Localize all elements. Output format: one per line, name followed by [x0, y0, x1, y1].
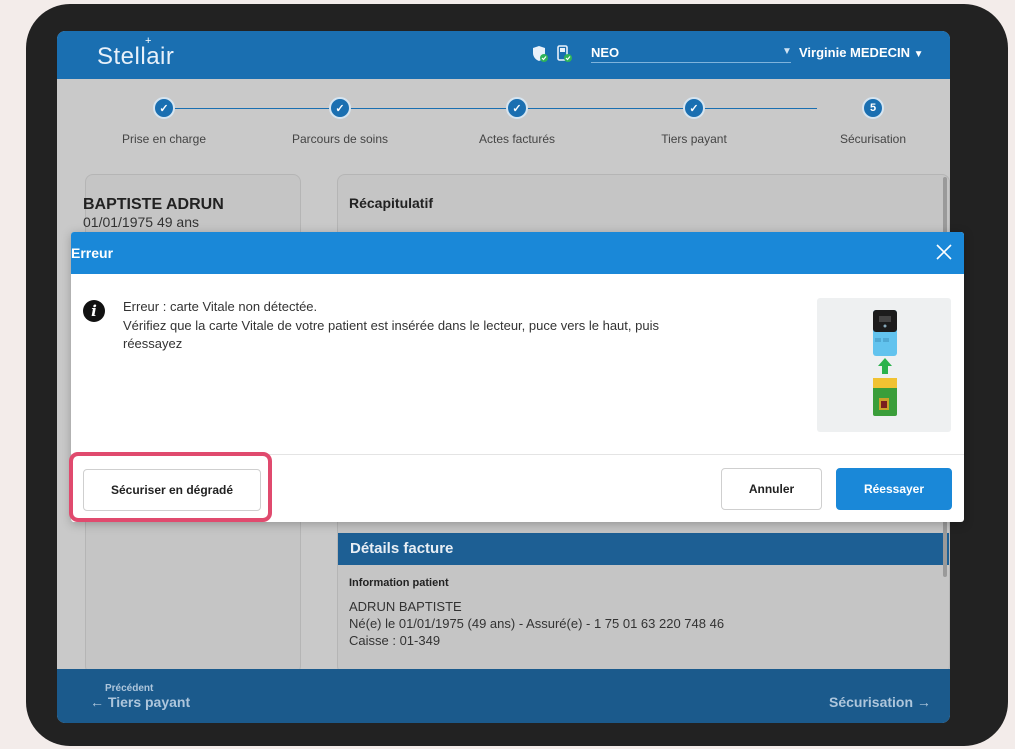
next-button[interactable]: Sécurisation → [829, 694, 931, 710]
error-message-line-2: Vérifiez que la carte Vitale de votre pa… [123, 318, 659, 333]
details-facture-header: Détails facture [338, 533, 949, 565]
card-reader-icon [557, 45, 572, 62]
info-patient-name: ADRUN BAPTISTE [349, 599, 462, 614]
step-label-tiers-payant: Tiers payant [661, 132, 727, 146]
step-5-number[interactable]: 5 [862, 97, 884, 119]
chevron-down-icon[interactable]: ▼ [782, 46, 792, 57]
step-label-parcours-de-soins: Parcours de soins [291, 132, 389, 146]
footer-nav [57, 669, 950, 723]
user-name: Virginie MEDECIN [799, 45, 911, 60]
highlight-annotation [69, 452, 272, 522]
stellair-logo: Stellair [97, 43, 175, 70]
dialog-header: Erreur [71, 232, 964, 274]
step-1-check-icon[interactable]: ✓ [153, 97, 175, 119]
step-2-check-icon[interactable]: ✓ [329, 97, 351, 119]
dialog-title: Erreur [71, 245, 114, 261]
step-label-securisation: Sécurisation [839, 132, 907, 146]
card-insertion-illustration [817, 298, 951, 432]
shield-check-icon [533, 46, 548, 62]
previous-button[interactable]: ← Tiers payant [90, 694, 190, 710]
chevron-down-icon: ▼ [913, 49, 924, 60]
patient-dob: 01/01/1975 49 ans [83, 214, 199, 230]
info-patient-birth: Né(e) le 01/01/1975 (49 ans) - Assuré(e)… [349, 616, 725, 631]
recap-title: Récapitulatif [349, 195, 434, 211]
logo-star-icon: + [145, 35, 152, 47]
user-menu[interactable]: Virginie MEDECIN ▼ [799, 45, 924, 60]
card-reader-insert-icon [873, 310, 897, 416]
patient-name: BAPTISTE ADRUN [83, 196, 224, 213]
step-label-prise-en-charge: Prise en charge [121, 132, 207, 146]
step-3-check-icon[interactable]: ✓ [506, 97, 528, 119]
close-icon[interactable] [932, 240, 956, 264]
info-patient-caisse: Caisse : 01-349 [349, 633, 441, 648]
error-message-line-3: réessayez [123, 336, 183, 351]
previous-caption: Précédent [105, 683, 154, 694]
step-label-actes-factures: Actes facturés [478, 132, 556, 146]
info-patient-title: Information patient [349, 577, 449, 589]
retry-button[interactable]: Réessayer [836, 468, 952, 510]
info-icon: i [83, 300, 105, 322]
status-icons [531, 45, 573, 63]
top-bar: Stellair + NEO ▼ Virginie MEDECIN ▼ [57, 31, 950, 79]
stepper-line [167, 108, 817, 109]
cancel-button[interactable]: Annuler [721, 468, 822, 510]
error-message-line-1: Erreur : carte Vitale non détectée. [123, 299, 318, 314]
device-selector[interactable]: NEO [591, 45, 791, 63]
step-4-check-icon[interactable]: ✓ [683, 97, 705, 119]
